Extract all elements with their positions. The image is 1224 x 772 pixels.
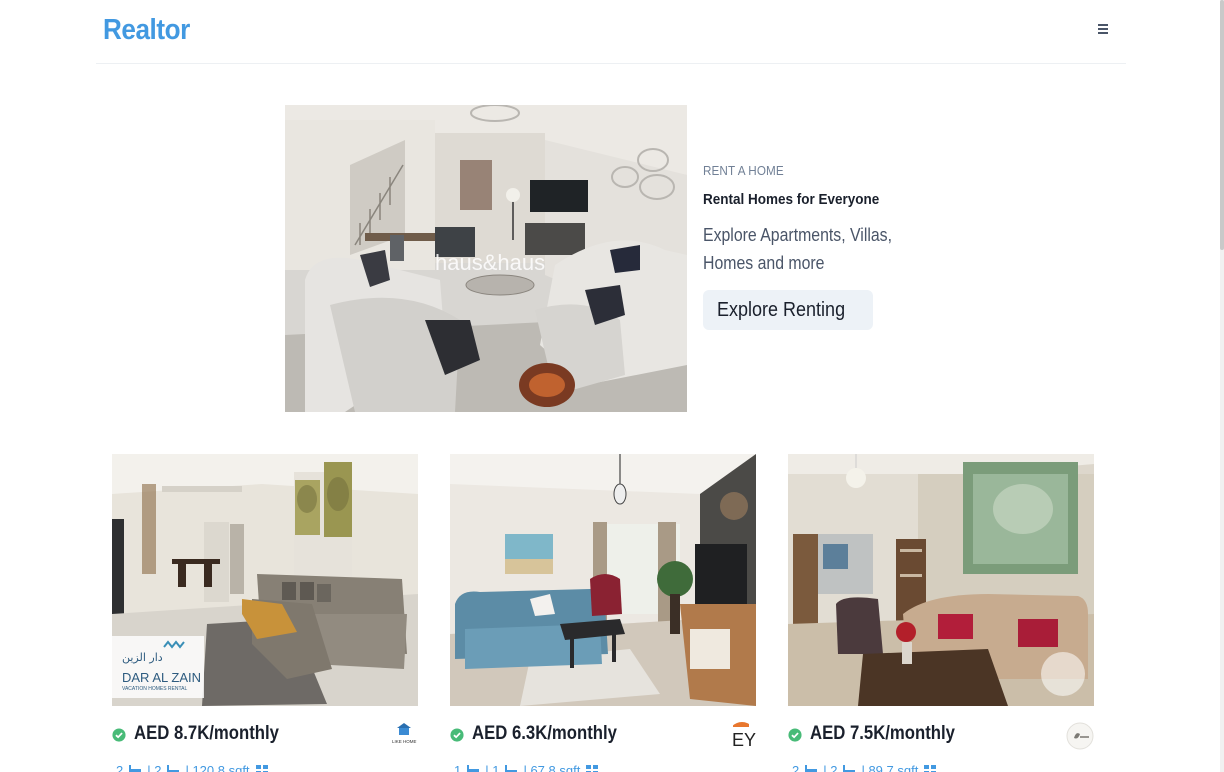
property-meta: 1 | 1 | 67.8 sqft	[454, 760, 599, 772]
property-card[interactable]: AED 6.3K/monthly EY 1 | 1 | 67.8 sqft	[450, 454, 756, 772]
rooms-count: 2	[116, 762, 124, 772]
grid-area-icon	[586, 765, 599, 772]
scrollbar-thumb[interactable]	[1220, 0, 1224, 250]
explore-renting-label: Explore Renting	[717, 299, 846, 321]
banner-purpose: RENT A HOME	[703, 163, 784, 178]
banner-description: Explore Apartments, Villas, Homes and mo…	[703, 225, 893, 273]
property-price: AED 8.7K/monthly	[134, 723, 279, 744]
property-price: AED 6.3K/monthly	[472, 723, 617, 744]
bath-icon	[505, 765, 518, 772]
property-meta: 2 | 2 | 89.7 sqft	[792, 760, 937, 772]
check-badge-icon	[450, 728, 464, 742]
baths-count: | 2	[147, 762, 162, 772]
bed-icon	[805, 765, 818, 772]
property-card[interactable]: AED 7.5K/monthly 2 | 2 | 89.7 sqft	[788, 454, 1094, 772]
property-image[interactable]: دار الزين DAR AL ZAIN VACATION HOMES REN…	[112, 454, 418, 706]
explore-renting-button[interactable]: Explore Renting	[703, 290, 874, 330]
agency-name: EY	[732, 730, 756, 750]
baths-count: | 1	[485, 762, 500, 772]
dar-al-zain-tagline: VACATION HOMES RENTAL	[122, 686, 188, 692]
image-watermark: haus&haus	[435, 250, 545, 275]
agency-avatar[interactable]: EY	[728, 722, 756, 750]
dar-al-zain-name: DAR AL ZAIN	[122, 670, 201, 685]
grid-area-icon	[924, 765, 937, 772]
banner-image: haus&haus	[285, 105, 687, 412]
property-image[interactable]	[450, 454, 756, 706]
property-card[interactable]: دار الزين DAR AL ZAIN VACATION HOMES REN…	[112, 454, 418, 772]
area-value: | 67.8 sqft	[523, 762, 581, 772]
property-image[interactable]	[788, 454, 1094, 706]
grid-area-icon	[255, 765, 268, 772]
bath-icon	[167, 765, 180, 772]
banner-text: RENT A HOME Rental Homes for Everyone Ex…	[703, 163, 943, 330]
price-row: AED 7.5K/monthly	[788, 722, 1094, 752]
check-badge-icon	[788, 728, 802, 742]
banner-title: Rental Homes for Everyone	[703, 191, 880, 208]
price-row: AED 6.3K/monthly EY	[450, 722, 756, 752]
agency-name: LIKE HOME	[392, 739, 417, 744]
navbar: Realtor	[96, 0, 1126, 64]
rooms-count: 2	[792, 762, 800, 772]
agency-avatar[interactable]: LIKE HOME	[390, 722, 418, 750]
area-value: | 89.7 sqft	[861, 762, 919, 772]
area-value: | 120.8 sqft	[185, 762, 250, 772]
property-price: AED 7.5K/monthly	[810, 723, 955, 744]
price-row: AED 8.7K/monthly LIKE HOME	[112, 722, 418, 752]
hamburger-menu-icon[interactable]	[1092, 18, 1114, 40]
agency-avatar[interactable]	[1066, 722, 1094, 750]
dar-al-zain-arabic: دار الزين	[122, 651, 163, 664]
bed-icon	[467, 765, 480, 772]
rooms-count: 1	[454, 762, 462, 772]
bed-icon	[129, 765, 142, 772]
page-scrollbar[interactable]	[1220, 0, 1224, 772]
property-meta: 2 | 2 | 120.8 sqft	[116, 760, 268, 772]
check-badge-icon	[112, 728, 126, 742]
baths-count: | 2	[823, 762, 838, 772]
site-logo[interactable]: Realtor	[103, 14, 190, 47]
bath-icon	[843, 765, 856, 772]
